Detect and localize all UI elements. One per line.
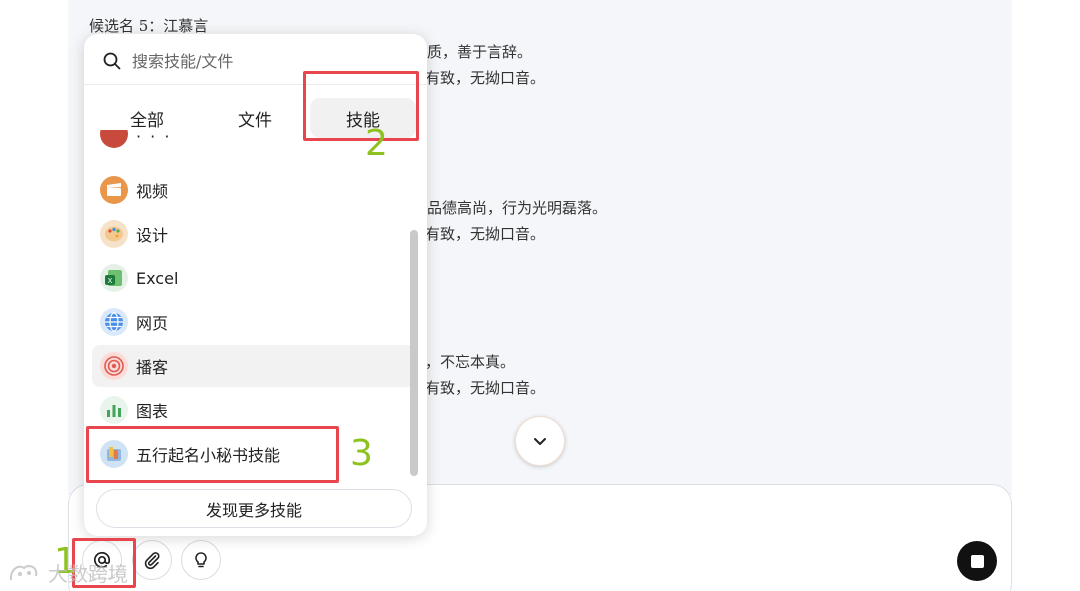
chat-line: 有致，无拗口音。 [425, 225, 546, 243]
list-item-excel[interactable]: X Excel [92, 257, 410, 299]
list-item-label: · · · [136, 130, 172, 146]
list-item-label: 设计 [136, 226, 169, 245]
scroll-down-button[interactable] [515, 416, 565, 466]
annotation-box-3 [86, 426, 339, 483]
globe-icon [100, 308, 128, 336]
svg-text:X: X [108, 277, 113, 285]
app-icon [100, 130, 128, 148]
list-item-label: 图表 [136, 402, 169, 421]
idea-button[interactable] [181, 540, 221, 580]
list-item-label: Excel [136, 268, 179, 288]
watermark-logo-icon [9, 564, 38, 580]
list-item-label: 播客 [136, 358, 169, 377]
list-item-label: 网页 [136, 314, 169, 333]
chevron-down-icon [534, 438, 546, 445]
search-input[interactable] [132, 51, 392, 71]
watermark: 大数跨境 [8, 558, 128, 587]
watermark-text: 大数跨境 [48, 562, 128, 586]
chat-line: 质，善于言辞。 [427, 43, 533, 61]
chat-line: 候选名 5：江慕言 [89, 17, 209, 35]
paperclip-icon [144, 552, 160, 570]
scrollbar[interactable] [410, 230, 418, 476]
chat-line: ，不忘本真。 [425, 353, 516, 371]
annotation-box-2 [303, 71, 419, 141]
palette-icon [100, 220, 128, 248]
lightbulb-icon [195, 552, 207, 568]
stop-button[interactable] [957, 541, 997, 581]
chat-line: 有致，无拗口音。 [425, 69, 546, 87]
attach-button[interactable] [132, 540, 172, 580]
list-item-webpage[interactable]: 网页 [92, 301, 410, 343]
discover-more-skills-button[interactable]: 发现更多技能 [96, 489, 412, 528]
list-item-chart[interactable]: 图表 [92, 389, 410, 431]
chat-line: 有致，无拗口音。 [425, 379, 546, 397]
excel-icon: X [100, 264, 128, 292]
annotation-number-3: 3 [350, 433, 373, 474]
list-item-video[interactable]: 视频 [92, 169, 410, 211]
stop-icon [970, 554, 984, 568]
search-icon [103, 52, 121, 70]
list-item-label: 视频 [136, 182, 169, 201]
podcast-icon [100, 352, 128, 380]
list-item-design[interactable]: 设计 [92, 213, 410, 255]
chat-line: 品德高尚，行为光明磊落。 [427, 199, 608, 217]
video-clapper-icon [100, 176, 128, 204]
annotation-number-2: 2 [365, 123, 388, 164]
list-item-podcast[interactable]: 播客 [92, 345, 417, 387]
bar-chart-icon [100, 396, 128, 424]
